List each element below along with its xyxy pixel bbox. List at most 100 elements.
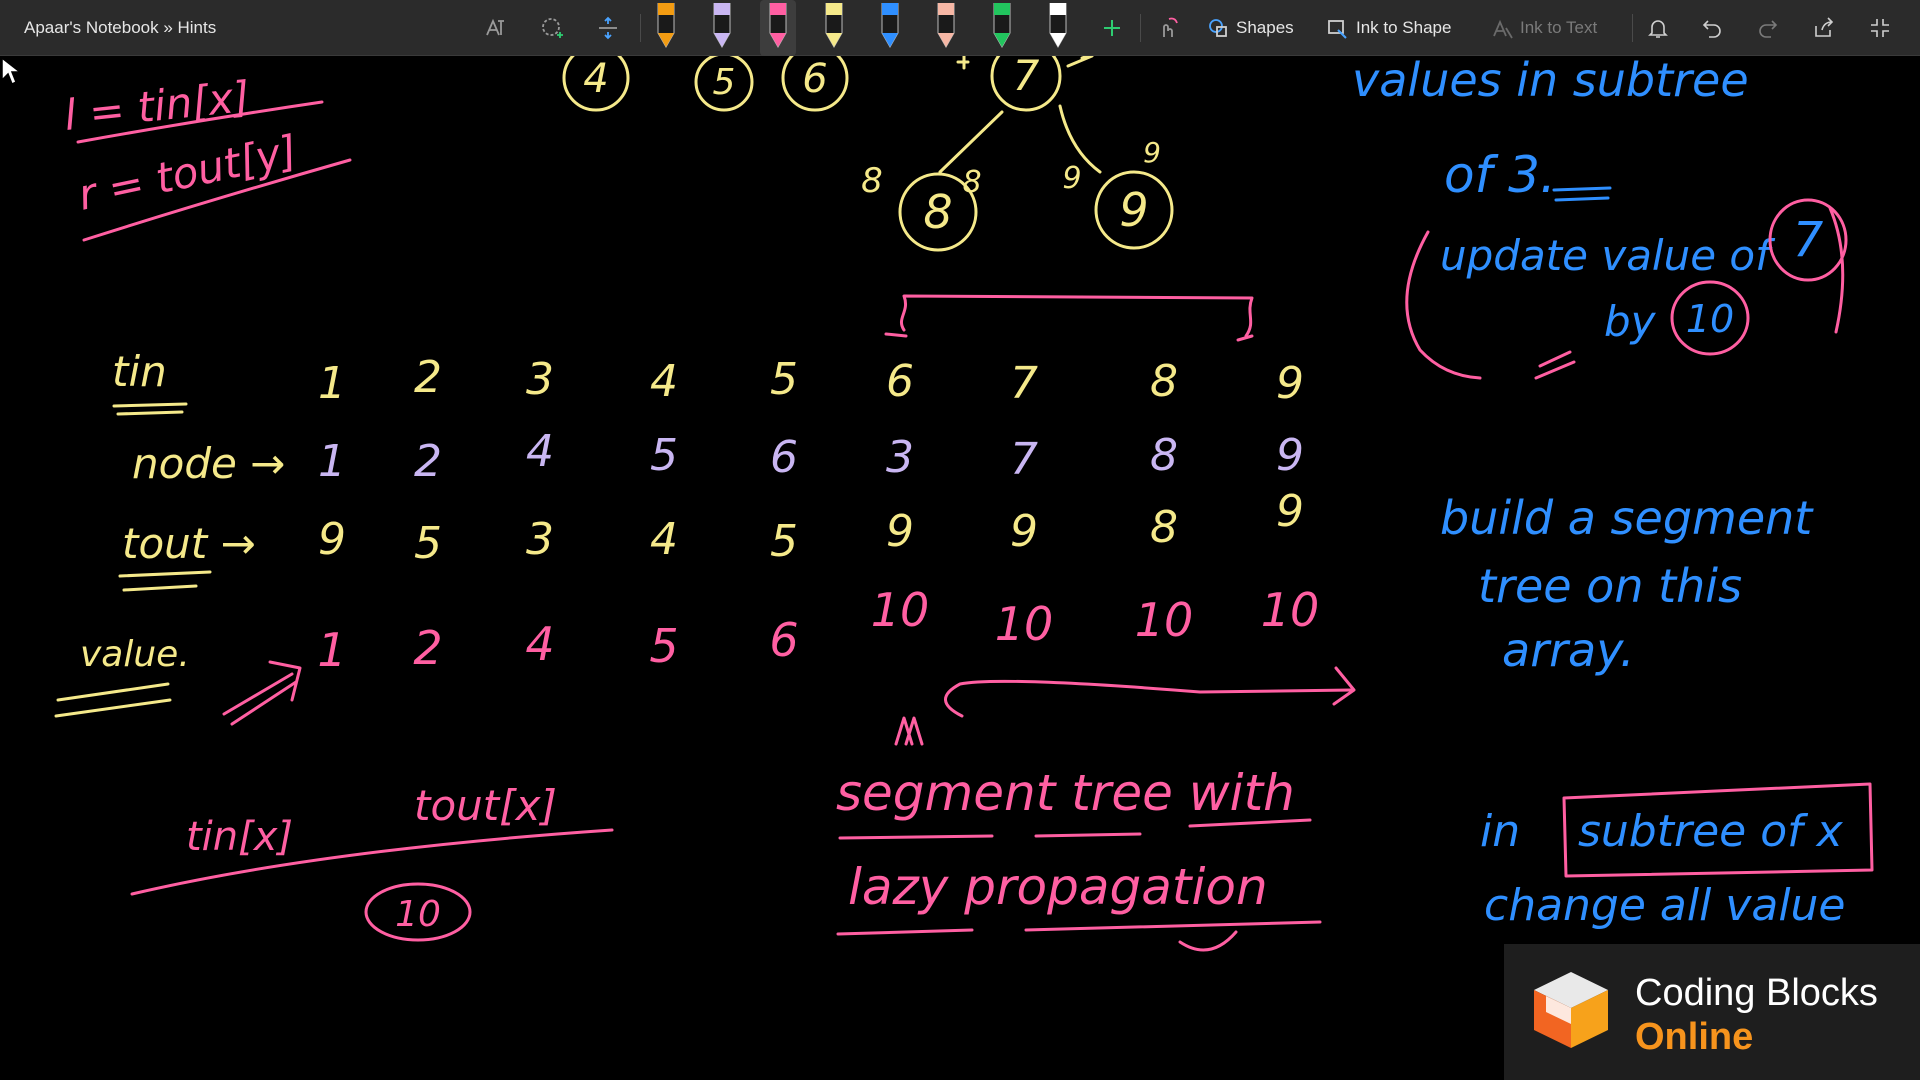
tree-mark xyxy=(956,56,970,70)
redo-icon xyxy=(1759,20,1778,38)
tin-label: tin xyxy=(112,347,167,396)
pen-icon xyxy=(713,3,731,49)
tout-value: 9 xyxy=(1276,486,1304,537)
node-value: 6 xyxy=(770,432,798,483)
mouse-cursor-icon xyxy=(1,56,22,86)
ink-to-text-icon xyxy=(1493,19,1513,39)
value-cell: 10 xyxy=(1261,583,1320,637)
tin-value: 4 xyxy=(650,356,678,407)
table-labels: tin node → tout → value. xyxy=(54,347,302,726)
pen-peach-button[interactable] xyxy=(928,0,964,56)
node-label: node → xyxy=(132,439,285,488)
pen-orange-button[interactable] xyxy=(648,0,684,56)
share-button[interactable] xyxy=(1806,8,1842,48)
pen-icon xyxy=(1049,3,1067,49)
tout-value: 3 xyxy=(526,514,554,565)
double-arrow xyxy=(222,660,302,726)
bell-icon xyxy=(1648,20,1668,38)
update-line-1: update value of xyxy=(1440,231,1776,280)
lasso-select-button[interactable] xyxy=(478,8,514,48)
tree-node-label: 7 xyxy=(1013,56,1040,100)
up-arrows xyxy=(894,716,924,746)
tout-label: tout → xyxy=(122,519,256,568)
value-cell: 6 xyxy=(769,613,798,667)
pen-icon xyxy=(769,3,787,49)
def-line-1: l = tin[x] xyxy=(62,72,252,140)
tout-value: 9 xyxy=(1010,506,1038,557)
tree-mark xyxy=(1066,56,1094,68)
pen-yellow-button[interactable] xyxy=(816,0,852,56)
exit-full-screen-button[interactable] xyxy=(1862,8,1898,48)
node-value: 7 xyxy=(1010,434,1038,485)
redo-button[interactable] xyxy=(1750,8,1786,48)
undo-button[interactable] xyxy=(1694,8,1730,48)
shapes-button[interactable]: Shapes xyxy=(1206,8,1294,48)
ink-to-shape-button[interactable]: Ink to Shape xyxy=(1326,8,1451,48)
pen-icon xyxy=(993,3,1011,49)
tout-value: 8 xyxy=(1150,502,1178,553)
node-value: 3 xyxy=(886,432,914,483)
pen-pink-button[interactable] xyxy=(760,0,796,56)
coding-blocks-badge: Coding Blocks Online xyxy=(1504,944,1920,1080)
pen-icon xyxy=(937,3,955,49)
ink-to-shape-icon xyxy=(1328,20,1347,39)
toolbar: Apaar's Notebook » Hints Shapes Ink to S… xyxy=(0,0,1920,56)
value-cell: 10 xyxy=(871,583,930,637)
coding-blocks-logo-icon xyxy=(1534,972,1608,1048)
range-bracket xyxy=(899,294,1254,338)
tree-node-label: 6 xyxy=(802,56,827,102)
pen-lavender-button[interactable] xyxy=(704,0,740,56)
edge-label: 9 xyxy=(1062,161,1081,196)
node-value: 4 xyxy=(526,426,554,477)
tree-node-label: 8 xyxy=(923,185,952,239)
tree-node-label: 9 xyxy=(1119,183,1148,237)
toolbar-separator xyxy=(1632,14,1633,42)
pen-white-button[interactable] xyxy=(1040,0,1076,56)
ink-to-text-label: Ink to Text xyxy=(1520,18,1598,37)
tin-value: 3 xyxy=(526,354,554,405)
value-cell: 2 xyxy=(413,621,442,675)
notifications-button[interactable] xyxy=(1640,8,1676,48)
tin-value: 5 xyxy=(770,354,798,405)
lasso-add-button[interactable] xyxy=(534,8,570,48)
change-label: change all value xyxy=(1484,880,1846,931)
tout-value: 4 xyxy=(650,514,678,565)
left-definitions: l = tin[x] r = tout[y] xyxy=(62,72,352,242)
undo-icon xyxy=(1702,20,1721,38)
node-row: 1 2 4 5 6 3 7 8 9 xyxy=(318,426,1304,487)
in-label: in xyxy=(1480,806,1520,857)
tin-value: 1 xyxy=(318,358,346,409)
value-row: 1 2 4 5 6 10 10 10 10 xyxy=(317,583,1319,677)
insert-space-icon xyxy=(599,16,617,40)
tout-value: 9 xyxy=(318,514,346,565)
fraction-num-left: tin[x] xyxy=(186,814,293,860)
notebook-canvas[interactable]: 4 5 6 7 8 9 8 8 9 9 l = tin[x] r = tout[… xyxy=(0,56,1920,1080)
pen-blue-button[interactable] xyxy=(872,0,908,56)
value-label: value. xyxy=(80,634,190,675)
node-value: 9 xyxy=(1276,430,1304,481)
build-line-3: array. xyxy=(1502,623,1634,677)
pen-green-button[interactable] xyxy=(984,0,1020,56)
touch-draw-button[interactable] xyxy=(1150,8,1186,48)
tin-row: 1 2 3 4 5 6 7 8 9 xyxy=(318,352,1304,409)
ink-to-text-button[interactable]: Ink to Text xyxy=(1490,8,1597,48)
toolbar-separator xyxy=(640,14,641,42)
subtree-box-text: subtree of x xyxy=(1578,806,1844,857)
add-pen-button[interactable] xyxy=(1096,8,1128,48)
toolbar-separator xyxy=(1140,14,1141,42)
value-cell: 4 xyxy=(525,617,554,671)
tout-row: 9 5 3 4 5 9 9 8 9 xyxy=(318,486,1304,569)
tree-edge xyxy=(938,110,1004,174)
build-line-1: build a segment xyxy=(1440,491,1814,545)
pen-icon xyxy=(881,3,899,49)
pen-icon xyxy=(825,3,843,49)
tin-value: 6 xyxy=(886,356,914,407)
fraction: tin[x] tout[x] 10 xyxy=(130,781,614,942)
insert-space-button[interactable] xyxy=(590,8,626,48)
edge-label: 8 xyxy=(861,161,883,201)
value-cell: 10 xyxy=(995,597,1054,651)
update-node: 7 xyxy=(1793,212,1824,268)
breadcrumb[interactable]: Apaar's Notebook » Hints xyxy=(24,0,216,56)
ink-drawing: 4 5 6 7 8 9 8 8 9 9 l = tin[x] r = tout[… xyxy=(54,56,1874,952)
tin-value: 9 xyxy=(1276,358,1304,409)
